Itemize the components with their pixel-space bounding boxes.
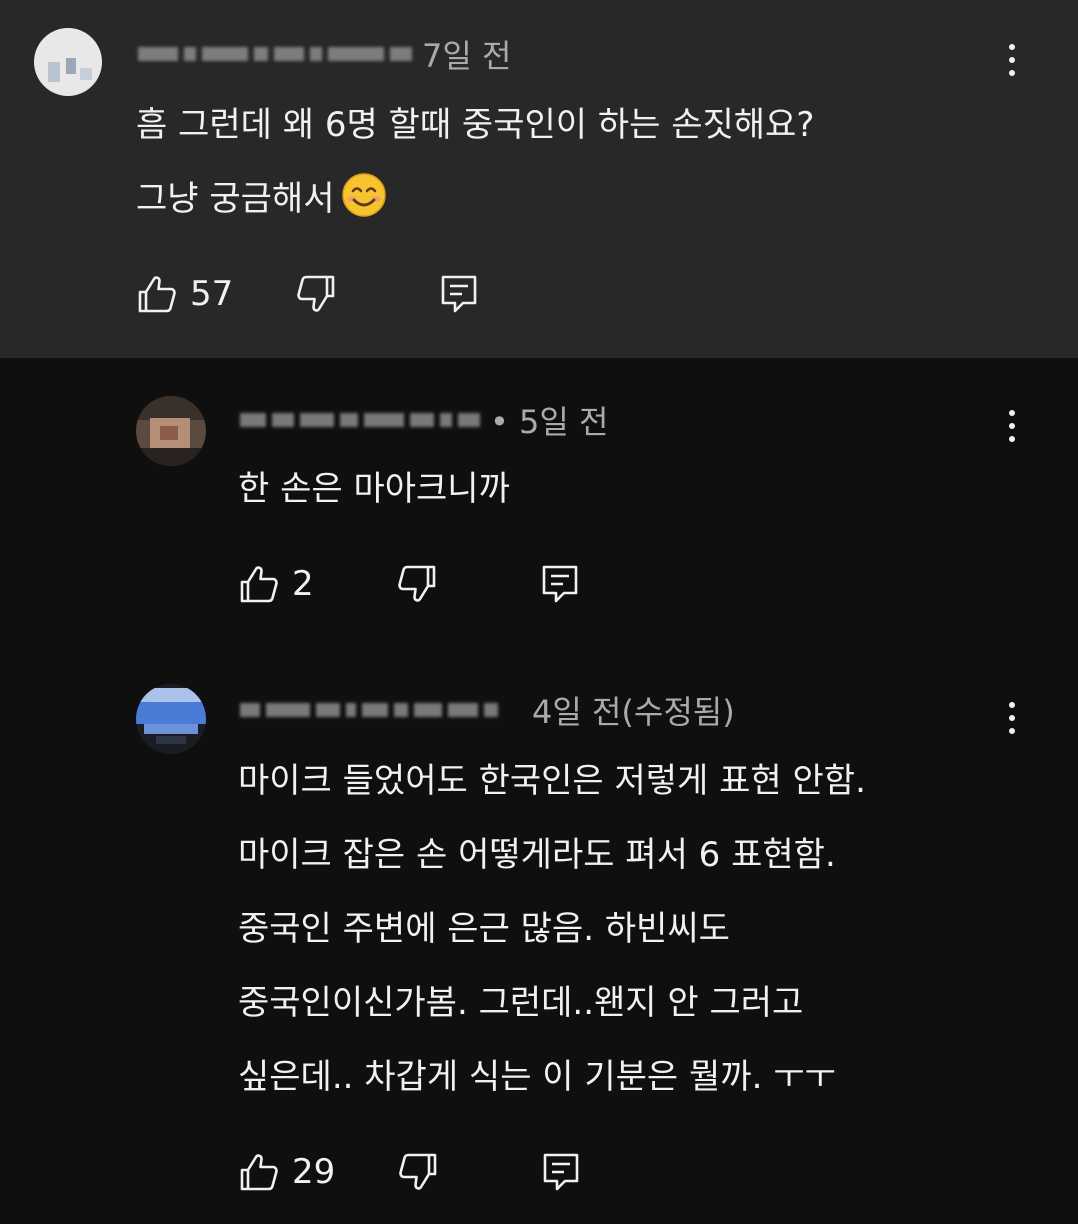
thumbs-down-icon[interactable] bbox=[397, 1151, 439, 1193]
comment-time[interactable]: 7일 전 bbox=[422, 31, 511, 77]
comment-actions: 57 bbox=[136, 270, 481, 318]
thumbs-down-icon[interactable] bbox=[396, 563, 438, 605]
thumbs-down-icon[interactable] bbox=[295, 273, 337, 315]
comment-meta: 7일 전 bbox=[138, 31, 511, 77]
comment-meta: 4일 전(수정됨) bbox=[240, 687, 735, 733]
reply-comment-icon[interactable] bbox=[541, 1151, 583, 1193]
smiling-face-emoji bbox=[341, 173, 386, 217]
comment-meta: • 5일 전 bbox=[240, 397, 608, 443]
comment-text: 한 손은 마아크니까 bbox=[238, 452, 510, 526]
reply-comment: 4일 전(수정됨) 마이크 들었어도 한국인은 저렇게 표현 안함. 마이크 잡… bbox=[0, 648, 1078, 1224]
avatar[interactable] bbox=[34, 28, 102, 96]
comment-thread-highlighted: 7일 전 흠 그런데 왜 6명 할때 중국인이 하는 손짓해요? 그냥 궁금해서… bbox=[0, 0, 1078, 358]
like-count: 2 bbox=[292, 564, 314, 604]
reply-comment: • 5일 전 한 손은 마아크니까 2 bbox=[0, 358, 1078, 648]
author-name-blurred[interactable] bbox=[240, 413, 480, 427]
comment-line: 흠 그런데 왜 6명 할때 중국인이 하는 손짓해요? bbox=[136, 105, 815, 145]
comment-line: 중국인 주변에 은근 많음. 하빈씨도 bbox=[238, 909, 730, 949]
thumbs-up-icon[interactable] bbox=[238, 563, 280, 605]
more-vert-icon[interactable] bbox=[992, 406, 1032, 446]
avatar[interactable] bbox=[136, 396, 206, 466]
comment-text: 흠 그런데 왜 6명 할때 중국인이 하는 손짓해요? 그냥 궁금해서 bbox=[136, 88, 814, 236]
comment-line: 한 손은 마아크니까 bbox=[238, 469, 510, 509]
comment-line-text: 그냥 궁금해서 bbox=[136, 179, 335, 219]
author-name-blurred[interactable] bbox=[138, 47, 412, 61]
comment-time[interactable]: • 5일 전 bbox=[490, 397, 608, 443]
comment-line: 싶은데.. 차갑게 식는 이 기분은 뭘까. ㅜㅜ bbox=[238, 1057, 836, 1097]
reply-comment-icon[interactable] bbox=[540, 563, 582, 605]
thumbs-up-icon[interactable] bbox=[136, 273, 178, 315]
comment-actions: 29 bbox=[238, 1148, 583, 1196]
comment-line: 중국인이신가봄. 그런데..왠지 안 그러고 bbox=[238, 983, 804, 1023]
more-vert-icon[interactable] bbox=[992, 40, 1032, 80]
thumbs-up-icon[interactable] bbox=[238, 1151, 280, 1193]
comment-time[interactable]: 4일 전(수정됨) bbox=[532, 687, 735, 733]
author-name-blurred[interactable] bbox=[240, 703, 498, 717]
comment-text: 마이크 들었어도 한국인은 저렇게 표현 안함. 마이크 잡은 손 어떻게라도 … bbox=[238, 744, 866, 1114]
comment-line: 마이크 들었어도 한국인은 저렇게 표현 안함. bbox=[238, 761, 866, 801]
reply-comment-icon[interactable] bbox=[439, 273, 481, 315]
comment-actions: 2 bbox=[238, 560, 582, 608]
avatar[interactable] bbox=[136, 684, 206, 754]
like-count: 29 bbox=[292, 1152, 336, 1192]
more-vert-icon[interactable] bbox=[992, 698, 1032, 738]
like-count: 57 bbox=[190, 274, 234, 314]
comment-line: 그냥 궁금해서 bbox=[136, 162, 814, 236]
comment-line: 마이크 잡은 손 어떻게라도 펴서 6 표현함. bbox=[238, 835, 836, 875]
